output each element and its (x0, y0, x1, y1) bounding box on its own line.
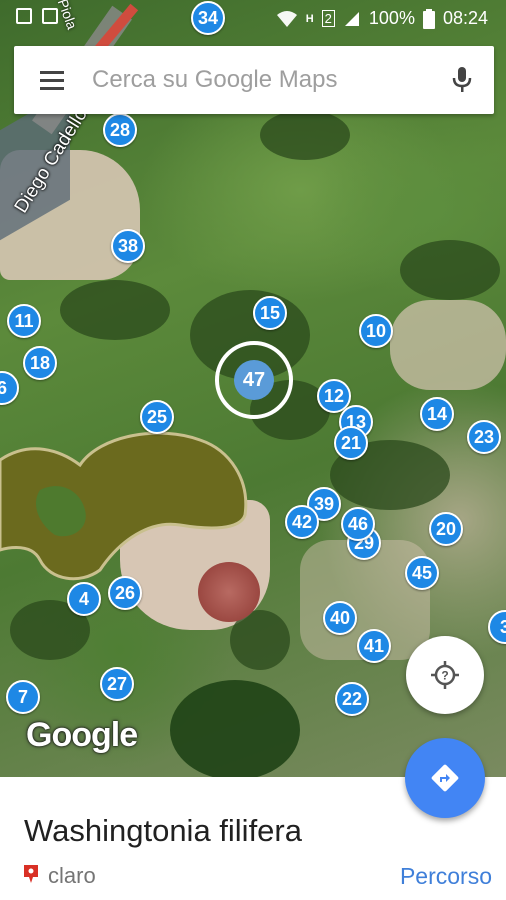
menu-icon[interactable] (14, 46, 90, 114)
map-marker[interactable]: 28 (103, 113, 137, 147)
place-marker-icon (24, 865, 38, 883)
map-marker[interactable]: 18 (23, 346, 57, 380)
gallery-notification-icon (16, 8, 32, 24)
map-marker[interactable]: 41 (357, 629, 391, 663)
screenshot-notification-icon (42, 8, 58, 24)
map-marker[interactable]: 38 (111, 229, 145, 263)
directions-icon (431, 764, 459, 792)
map-marker[interactable]: 45 (405, 556, 439, 590)
route-link[interactable]: Percorso (400, 863, 492, 890)
mic-icon[interactable] (430, 46, 494, 114)
map-marker[interactable]: 40 (323, 601, 357, 635)
map-marker[interactable]: 21 (334, 426, 368, 460)
wifi-icon (276, 10, 297, 27)
selected-marker-label: 47 (234, 360, 274, 400)
battery-percentage: 100% (368, 8, 415, 28)
map-marker[interactable]: 14 (420, 397, 454, 431)
map-marker[interactable]: 15 (253, 296, 287, 330)
map-marker[interactable]: 11 (7, 304, 41, 338)
selected-map-marker[interactable]: 47 (215, 341, 293, 419)
search-bar (14, 46, 494, 114)
map-marker[interactable]: 6 (0, 371, 19, 405)
directions-button[interactable] (405, 738, 485, 818)
google-logo: Google (26, 716, 138, 754)
map-marker[interactable]: 46 (341, 507, 375, 541)
location-crosshair-icon: ? (431, 661, 459, 689)
map-marker[interactable]: 4 (67, 582, 101, 616)
place-subtitle: claro (48, 863, 96, 888)
map-marker[interactable]: 23 (467, 420, 501, 454)
clock: 08:24 (442, 8, 488, 28)
network-type-icon: H (305, 12, 314, 25)
battery-icon (422, 8, 435, 29)
search-input[interactable] (90, 65, 430, 95)
map-marker[interactable]: 42 (285, 505, 319, 539)
map-marker[interactable]: 10 (359, 314, 393, 348)
building-roof (198, 562, 260, 622)
signal-icon (344, 11, 359, 26)
sand-area (390, 300, 506, 390)
svg-text:?: ? (441, 669, 448, 683)
map-marker[interactable]: 25 (140, 400, 174, 434)
map-marker[interactable]: 27 (100, 667, 134, 701)
status-bar: H 2 100% 08:24 (0, 0, 506, 36)
map-marker[interactable]: 7 (6, 680, 40, 714)
map-marker[interactable]: 22 (335, 682, 369, 716)
map-marker[interactable]: 3 (488, 610, 506, 644)
place-title: Washingtonia filifera (24, 813, 302, 848)
my-location-button[interactable]: ? (406, 636, 484, 714)
map-marker[interactable]: 26 (108, 576, 142, 610)
map-marker[interactable]: 20 (429, 512, 463, 546)
sim-slot-indicator: 2 (321, 10, 335, 27)
